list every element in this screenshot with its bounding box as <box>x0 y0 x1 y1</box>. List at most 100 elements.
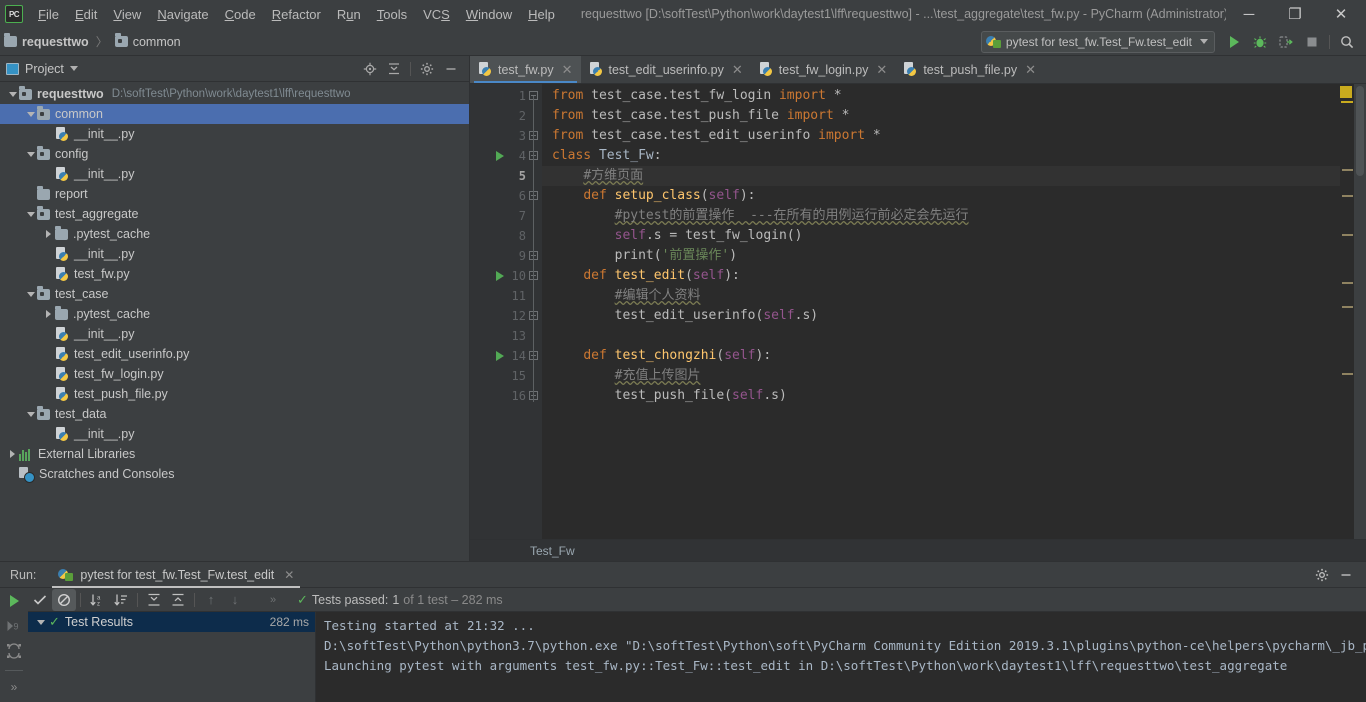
minimize-button[interactable]: ─ <box>1226 0 1272 28</box>
rerun-button[interactable] <box>3 592 25 611</box>
editor-tab-test_push_file-py[interactable]: test_push_file.py ✕ <box>895 56 1044 83</box>
menu-navigate[interactable]: Navigate <box>149 3 216 26</box>
stop-button[interactable] <box>1300 30 1324 54</box>
code-line[interactable]: #编辑个人资料 <box>542 286 1340 306</box>
fold-row[interactable] <box>526 126 542 146</box>
tree-node--init-py[interactable]: __init__.py <box>0 124 469 144</box>
chevron-right-icon[interactable] <box>42 228 55 241</box>
more-options-button[interactable]: » <box>3 677 25 696</box>
fold-row[interactable] <box>526 346 542 366</box>
fold-row[interactable] <box>526 146 542 166</box>
menu-refactor[interactable]: Refactor <box>264 3 329 26</box>
tree-node-requesttwo[interactable]: requesttwo D:\softTest\Python\work\daytes… <box>0 84 469 104</box>
chevron-down-icon[interactable] <box>34 616 47 629</box>
chevron-down-icon[interactable] <box>24 288 37 301</box>
hide-panel-icon[interactable] <box>1336 565 1356 585</box>
tree-node-external-libraries[interactable]: External Libraries <box>0 444 469 464</box>
sort-by-duration-button[interactable] <box>109 589 133 611</box>
gutter-row[interactable]: 1 <box>470 86 526 106</box>
editor-tab-test_fw_login-py[interactable]: test_fw_login.py ✕ <box>751 56 896 83</box>
gutter-row[interactable]: 3 <box>470 126 526 146</box>
code-text[interactable]: from test_case.test_fw_login import * fro… <box>542 84 1340 539</box>
breadcrumb-common[interactable]: common <box>111 33 185 49</box>
fold-row[interactable] <box>526 386 542 406</box>
run-with-coverage-button[interactable] <box>1274 30 1298 54</box>
rerun-failed-tests-button[interactable]: 9 <box>3 617 25 636</box>
code-line[interactable]: #pytest的前置操作 ---在所有的用例运行前必定会先运行 <box>542 206 1340 226</box>
fold-row[interactable] <box>526 226 542 246</box>
toggle-auto-test-button[interactable] <box>3 642 25 661</box>
fold-row[interactable] <box>526 206 542 226</box>
next-failed-test-button[interactable]: ↓ <box>223 589 247 611</box>
close-icon[interactable]: ✕ <box>732 62 743 78</box>
editor-tab-test_edit_userinfo-py[interactable]: test_edit_userinfo.py ✕ <box>581 56 751 83</box>
tree-node-scratches-and-consoles[interactable]: Scratches and Consoles <box>0 464 469 484</box>
tree-node-test-aggregate[interactable]: test_aggregate <box>0 204 469 224</box>
tree-node--init-py[interactable]: __init__.py <box>0 244 469 264</box>
gutter-row[interactable]: 15 <box>470 366 526 386</box>
editor-gutter[interactable]: 1 2 3 4 5 6 7 8 9 10 11 12 13 14 15 16 <box>470 84 526 539</box>
code-line[interactable]: from test_case.test_push_file import * <box>542 106 1340 126</box>
fold-row[interactable] <box>526 326 542 346</box>
editor-breadcrumbs[interactable]: Test_Fw <box>470 539 1366 561</box>
code-editor[interactable]: 1 2 3 4 5 6 7 8 9 10 11 12 13 14 15 16 from test_case.t… <box>470 84 1366 539</box>
settings-gear-icon[interactable] <box>1312 565 1332 585</box>
tree-node--init-py[interactable]: __init__.py <box>0 324 469 344</box>
fold-row[interactable] <box>526 106 542 126</box>
gutter-row[interactable]: 6 <box>470 186 526 206</box>
gutter-row[interactable]: 8 <box>470 226 526 246</box>
run-button[interactable] <box>1222 30 1246 54</box>
code-line[interactable] <box>542 326 1340 346</box>
collapse-all-button[interactable] <box>166 589 190 611</box>
tree-node--init-py[interactable]: __init__.py <box>0 164 469 184</box>
gutter-row[interactable]: 4 <box>470 146 526 166</box>
tree-node-config[interactable]: config <box>0 144 469 164</box>
tree-node-report[interactable]: report <box>0 184 469 204</box>
test-results-tree[interactable]: ✓ Test Results 282 ms <box>28 612 316 702</box>
code-line[interactable]: class Test_Fw: <box>542 146 1340 166</box>
gutter-row[interactable]: 11 <box>470 286 526 306</box>
code-folding-column[interactable] <box>526 84 542 539</box>
menu-view[interactable]: View <box>105 3 149 26</box>
code-line[interactable]: #充值上传图片 <box>542 366 1340 386</box>
gutter-row[interactable]: 10 <box>470 266 526 286</box>
console-output[interactable]: Testing started at 21:32 ... D:\softTest… <box>316 612 1366 702</box>
run-test-gutter-icon[interactable] <box>496 351 504 361</box>
editor-tab-bar[interactable]: test_fw.py ✕ test_edit_userinfo.py ✕ test_fw… <box>470 56 1366 84</box>
chevron-down-icon[interactable] <box>24 208 37 221</box>
menu-vcs[interactable]: VCS <box>415 3 458 26</box>
code-line[interactable]: #方维页面 <box>542 166 1340 186</box>
code-line[interactable]: test_push_file(self.s) <box>542 386 1340 406</box>
code-line[interactable]: def test_chongzhi(self): <box>542 346 1340 366</box>
debug-button[interactable] <box>1248 30 1272 54</box>
project-tree[interactable]: requesttwo D:\softTest\Python\work\daytes… <box>0 82 469 561</box>
close-icon[interactable]: ✕ <box>562 62 573 78</box>
close-button[interactable]: ✕ <box>1318 0 1364 28</box>
gutter-row[interactable]: 14 <box>470 346 526 366</box>
code-line[interactable]: from test_case.test_fw_login import * <box>542 86 1340 106</box>
menu-run[interactable]: Run <box>329 3 369 26</box>
fold-row[interactable] <box>526 186 542 206</box>
breadcrumb-requesttwo[interactable]: requesttwo <box>0 33 93 49</box>
toolbar-more-button[interactable]: » <box>261 589 285 611</box>
maximize-button[interactable]: ❐ <box>1272 0 1318 28</box>
code-line[interactable]: def test_edit(self): <box>542 266 1340 286</box>
editor-tab-test_fw-py[interactable]: test_fw.py ✕ <box>470 56 581 83</box>
error-stripe-marker-gutter[interactable] <box>1340 84 1354 539</box>
run-test-gutter-icon[interactable] <box>496 151 504 161</box>
collapse-all-icon[interactable] <box>384 59 404 79</box>
run-configuration-selector[interactable]: pytest for test_fw.Test_Fw.test_edit <box>980 30 1215 53</box>
chevron-down-icon[interactable] <box>69 66 78 71</box>
scrollbar-thumb[interactable] <box>1356 86 1364 176</box>
code-line[interactable]: from test_case.test_edit_userinfo import… <box>542 126 1340 146</box>
tree-node--init-py[interactable]: __init__.py <box>0 424 469 444</box>
chevron-down-icon[interactable] <box>6 88 19 101</box>
fold-row[interactable] <box>526 286 542 306</box>
menu-code[interactable]: Code <box>217 3 264 26</box>
locate-icon[interactable] <box>360 59 380 79</box>
fold-row[interactable] <box>526 246 542 266</box>
code-line[interactable]: self.s = test_fw_login() <box>542 226 1340 246</box>
expand-all-button[interactable] <box>142 589 166 611</box>
chevron-down-icon[interactable] <box>24 148 37 161</box>
tree-node-test-data[interactable]: test_data <box>0 404 469 424</box>
